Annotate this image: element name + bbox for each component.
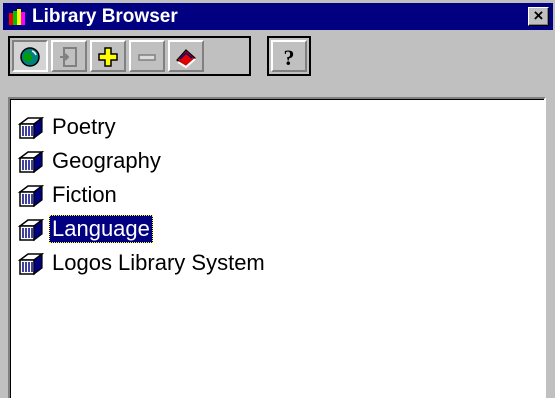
toolbar-main-group (8, 36, 251, 76)
toolbar-help-group: ? (267, 36, 311, 76)
window-title: Library Browser (32, 6, 178, 27)
list-item-geography[interactable]: Geography (16, 145, 164, 176)
remove-button[interactable] (129, 40, 165, 72)
list-item-language[interactable]: Language (16, 213, 153, 244)
title-bar[interactable]: Library Browser × (3, 3, 553, 30)
help-button[interactable]: ? (271, 40, 307, 72)
minus-icon (138, 54, 156, 61)
library-list[interactable]: Poetry Geography Fiction Language Logos … (8, 97, 546, 398)
list-item-label: Language (49, 214, 153, 243)
list-item-poetry[interactable]: Poetry (16, 111, 119, 142)
books-stack-icon (17, 218, 45, 241)
list-item-label: Logos Library System (52, 249, 265, 275)
books-stack-icon (17, 150, 45, 173)
list-item-label: Fiction (52, 181, 117, 207)
exit-door-icon (60, 47, 77, 67)
svg-text:?: ? (284, 45, 295, 69)
help-icon: ? (284, 45, 295, 69)
list-item-label: Geography (52, 147, 161, 173)
books-stack-icon (17, 116, 45, 139)
close-button[interactable]: × (528, 7, 549, 26)
plus-icon (98, 47, 118, 67)
list-item-fiction[interactable]: Fiction (16, 179, 120, 210)
library-browser-window: Library Browser × ? Poetry Geography Fic… (0, 0, 555, 398)
globe-icon (20, 47, 40, 67)
books-stack-icon (17, 252, 45, 275)
book-button[interactable] (168, 40, 204, 72)
globe-button[interactable] (12, 40, 48, 72)
books-stack-icon (17, 184, 45, 207)
add-button[interactable] (90, 40, 126, 72)
book-icon (176, 49, 196, 69)
list-item-logos-library-system[interactable]: Logos Library System (16, 247, 268, 278)
library-app-icon (9, 9, 25, 25)
exit-button[interactable] (51, 40, 87, 72)
list-item-label: Poetry (52, 113, 116, 139)
